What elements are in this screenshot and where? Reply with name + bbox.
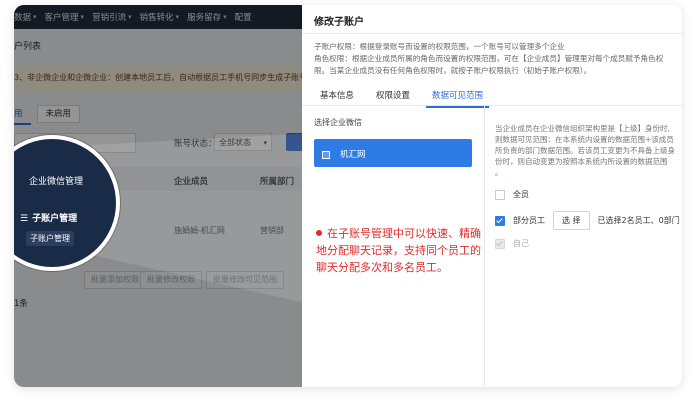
option-self: 自己 bbox=[495, 238, 529, 249]
option-all[interactable]: 全员 bbox=[495, 189, 529, 200]
submenu-subaccount-management: 子账户管理 bbox=[26, 231, 74, 246]
feature-callout: 在子账号管理中可以快速、精确地分配聊天记录，支持同个员工的聊天分配多次和多名员工… bbox=[316, 225, 486, 276]
bullet-dot-icon bbox=[316, 230, 322, 236]
visibility-desc-4: 份时，则自动变更为按照本系统内所设置的数据范围 bbox=[495, 157, 668, 166]
corp-name: 机汇网 bbox=[340, 150, 366, 160]
selected-summary: 已选择2名员工、0部门 bbox=[597, 216, 680, 225]
all-label: 全员 bbox=[513, 190, 529, 199]
corp-list-item[interactable]: 机汇网 bbox=[314, 139, 472, 167]
drawer-title: 修改子账户 bbox=[314, 17, 364, 28]
edit-subaccount-drawer: 修改子账户 子账户权限：根据登录账号而设置的权限范围，一个账号可以管理多个企业 … bbox=[302, 5, 682, 387]
tabs-divider bbox=[302, 105, 682, 106]
option-partial[interactable]: 部分员工 选 择 已选择2名员工、0部门 bbox=[495, 211, 680, 230]
menu-wechat-management: 企业微信管理 bbox=[29, 177, 84, 187]
partial-checkbox[interactable] bbox=[495, 215, 505, 226]
perm-description-1: 子账户权限：根据登录账号而设置的权限范围，一个账号可以管理多个企业 bbox=[314, 42, 565, 51]
corp-checkbox[interactable] bbox=[322, 151, 330, 159]
visibility-desc-2: 则数据可见范围：在本系统内设置的数据范围+该成员 bbox=[495, 135, 674, 144]
menu-subaccount-management: ☰ 子账户管理 bbox=[20, 214, 78, 224]
visibility-desc-5: 。 bbox=[495, 168, 503, 177]
perm-description-3: 限。当某企业成员没有任何角色权限时，就按子账户权限执行（初始子账户权限）。 bbox=[314, 66, 592, 75]
partial-label: 部分员工 bbox=[513, 216, 545, 225]
self-label: 自己 bbox=[513, 239, 529, 248]
select-corp-label: 选择企业微信 bbox=[314, 118, 362, 127]
menu-icon: ☰ bbox=[20, 214, 29, 224]
visibility-desc-1: 当企业成员在企业微信组织架构里是【上级】身份时, bbox=[495, 124, 670, 133]
visibility-desc-3: 所负责的部门数据范围。若该员工变更为不具备上级身 bbox=[495, 146, 675, 155]
all-checkbox[interactable] bbox=[495, 189, 505, 200]
perm-description-2: 角色权限：根据企业成员所属的角色而设置的权限范围，可在【企业成员】管理里对每个成… bbox=[314, 54, 664, 63]
app-window: 数据 ▾ 客户管理 ▾ 营销引流 ▾ 销售转化 ▾ 服务留存 ▾ 配置 户列表 3、非企微… bbox=[14, 5, 682, 387]
title-divider bbox=[302, 33, 682, 34]
choose-button[interactable]: 选 择 bbox=[553, 211, 590, 230]
self-checkbox bbox=[495, 238, 505, 249]
callout-text: 在子账号管理中可以快速、精确地分配聊天记录，支持同个员工的聊天分配多次和多名员工… bbox=[316, 227, 481, 274]
